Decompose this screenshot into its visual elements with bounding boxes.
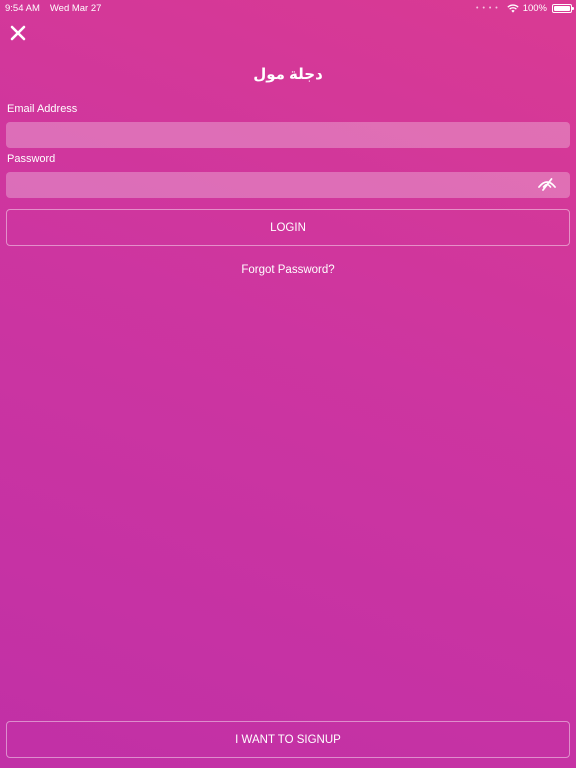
battery-percent: 100%: [522, 2, 547, 14]
password-field[interactable]: [6, 172, 570, 198]
signal-dots-icon: • • • •: [476, 4, 499, 12]
eye-slash-icon[interactable]: [537, 176, 557, 192]
password-label: Password: [7, 153, 56, 165]
status-time: 9:54 AM: [5, 2, 40, 14]
wifi-icon: [507, 3, 519, 13]
battery-icon: [552, 3, 574, 13]
email-label: Email Address: [7, 103, 78, 115]
login-button-label: LOGIN: [270, 221, 306, 234]
status-bar: 9:54 AM Wed Mar 27 • • • • 100%: [0, 0, 576, 16]
status-date: Wed Mar 27: [49, 2, 102, 14]
signup-button-label: I WANT TO SIGNUP: [235, 733, 341, 746]
status-right: • • • • 100%: [476, 2, 574, 14]
signup-button[interactable]: I WANT TO SIGNUP: [6, 721, 570, 758]
page-title: دجلة مول: [253, 66, 323, 83]
forgot-password-link[interactable]: Forgot Password?: [0, 264, 576, 276]
login-button[interactable]: LOGIN: [6, 209, 570, 246]
email-field[interactable]: [6, 122, 570, 148]
close-icon[interactable]: [9, 24, 27, 42]
